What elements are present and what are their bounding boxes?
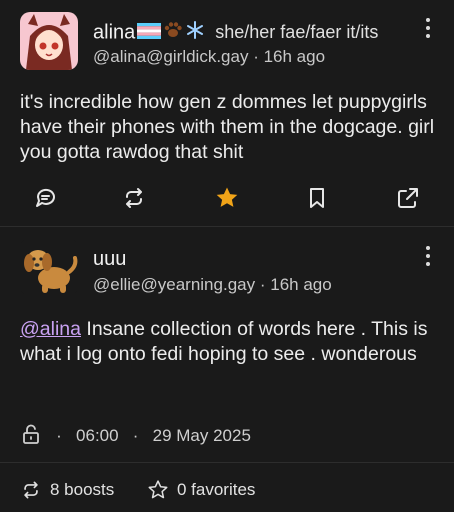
- post-body-text: Insane collection of words here . This i…: [20, 318, 428, 365]
- handle-line: @alina@girldick.gay · 16h ago: [93, 47, 326, 66]
- bookmark-button[interactable]: [304, 185, 330, 211]
- post-body: it's incredible how gen z dommes let pup…: [20, 91, 435, 163]
- divider: [0, 462, 454, 463]
- avatar-uuu[interactable]: [20, 238, 78, 296]
- favorite-button[interactable]: [214, 185, 240, 211]
- favorites-count: 0 favorites: [177, 480, 256, 499]
- boost-icon: [24, 481, 38, 499]
- favorites-count-link[interactable]: 0 favorites: [147, 479, 255, 501]
- favorite-icon: [216, 187, 238, 207]
- boosts-count-link[interactable]: 8 boosts: [20, 479, 114, 501]
- post-meta: · 06:00 · 29 May 2025: [20, 423, 251, 450]
- author-handle[interactable]: @alina@girldick.gay: [93, 47, 248, 66]
- author-line: alina she/her fae/faer it/its: [93, 20, 378, 46]
- post-age[interactable]: 16h ago: [270, 275, 331, 294]
- reply-button[interactable]: [33, 185, 59, 211]
- visibility-unlocked-icon[interactable]: [20, 423, 42, 450]
- bookmark-icon: [310, 188, 324, 208]
- author-name[interactable]: uuu: [93, 248, 126, 270]
- mention-link[interactable]: @alina: [20, 318, 81, 340]
- author-handle[interactable]: @ellie@yearning.gay: [93, 275, 255, 294]
- boosts-count: 8 boosts: [50, 480, 115, 499]
- paw-print-icon: [163, 20, 183, 46]
- post-stats: 8 boosts 0 favorites: [20, 479, 283, 506]
- post-date: 29 May 2025: [152, 425, 251, 445]
- divider: [0, 226, 454, 227]
- boost-icon: [126, 188, 142, 208]
- share-button[interactable]: [395, 185, 421, 211]
- star-outline-icon: [148, 480, 168, 499]
- trans-flag-icon: [137, 22, 162, 45]
- post-time: 06:00: [76, 425, 119, 445]
- handle-line: @ellie@yearning.gay · 16h ago: [93, 275, 332, 294]
- more-options-button[interactable]: [423, 16, 433, 38]
- pronouns: she/her fae/faer it/its: [215, 22, 379, 43]
- share-icon: [398, 188, 418, 208]
- snowflake-icon: [185, 20, 205, 46]
- author-line: uuu: [93, 248, 126, 271]
- boost-button[interactable]: [121, 185, 147, 211]
- post-body: @alina Insane collection of words here .…: [20, 317, 436, 367]
- reply-icon: [36, 188, 55, 207]
- author-name[interactable]: alina: [93, 21, 135, 43]
- avatar-alina[interactable]: [20, 12, 78, 70]
- post-age[interactable]: 16h ago: [264, 47, 325, 66]
- more-options-button[interactable]: [423, 244, 433, 266]
